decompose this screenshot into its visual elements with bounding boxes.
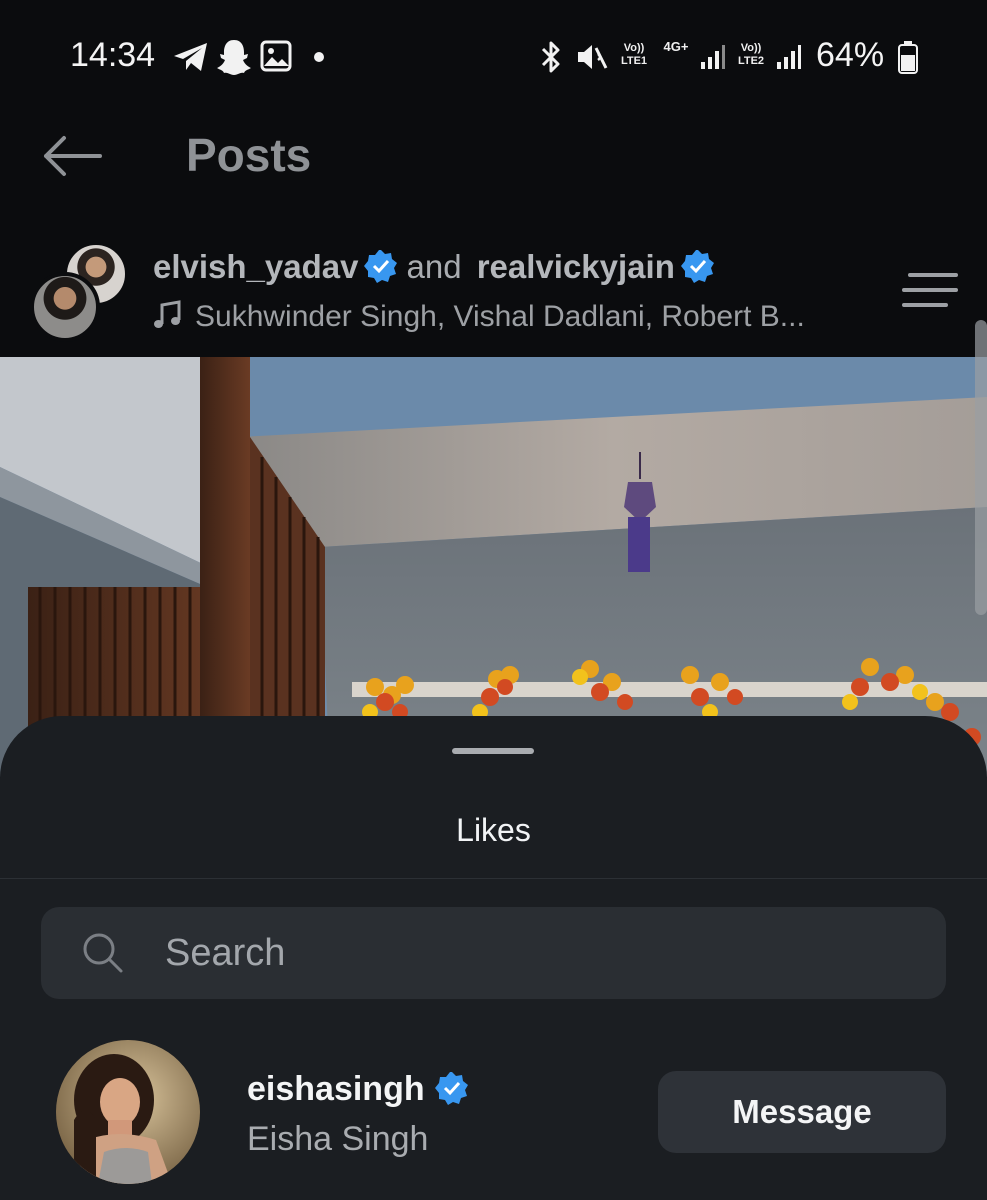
post-header: elvish_yadav and realvickyjain Sukhwinde… [0, 228, 987, 358]
mute-icon [578, 45, 608, 69]
network-type: 4G+ [663, 39, 689, 54]
avatar-image [56, 1040, 200, 1184]
audio-text: Sukhwinder Singh, Vishal Dadlani, Robert… [195, 300, 805, 333]
signal-icon [777, 45, 801, 69]
likes-sheet: Likes Search eishasingh Eisha Singh Mess… [0, 716, 987, 1200]
page-title: Posts [186, 129, 312, 181]
joiner-text: and [406, 248, 462, 285]
audio-link[interactable]: Sukhwinder Singh, Vishal Dadlani, Robert… [153, 300, 805, 334]
scrollbar[interactable] [975, 320, 987, 615]
sim1-label: Vo)) LTE1 [620, 42, 648, 67]
username-link[interactable]: elvish_yadav [153, 248, 358, 285]
status-bar: 14:34 Vo)) LTE1 4G+ Vo)) LTE2 64% [0, 0, 987, 110]
verified-badge-icon [364, 250, 398, 284]
post-users: elvish_yadav and realvickyjain [153, 248, 723, 286]
search-bar[interactable] [41, 907, 946, 999]
sim2-label: Vo)) LTE2 [737, 42, 765, 67]
username-text: eishasingh [247, 1070, 425, 1108]
message-button[interactable]: Message [658, 1071, 946, 1153]
list-item[interactable]: eishasingh Eisha Singh Message [0, 1036, 987, 1186]
music-note-icon [154, 300, 181, 329]
username-link[interactable]: eishasingh [247, 1070, 477, 1109]
drag-handle[interactable] [452, 748, 534, 754]
gallery-icon [260, 40, 292, 72]
username-link[interactable]: realvickyjain [477, 248, 675, 285]
status-time: 14:34 [70, 36, 156, 74]
divider [0, 878, 987, 879]
menu-icon[interactable] [902, 272, 958, 308]
arrow-left-icon[interactable] [42, 134, 102, 178]
sheet-title: Likes [456, 812, 531, 848]
header-bar: Posts [0, 110, 987, 220]
bluetooth-icon [541, 41, 560, 73]
notification-dot-icon [314, 52, 324, 62]
full-name: Eisha Singh [247, 1120, 429, 1158]
verified-badge-icon [680, 250, 714, 284]
search-input[interactable] [165, 907, 925, 999]
search-icon [83, 933, 123, 973]
verified-badge-icon [434, 1072, 468, 1106]
signal-icon [701, 45, 725, 69]
battery-icon [898, 41, 918, 74]
snapchat-icon [217, 40, 251, 75]
post-photo [0, 357, 987, 777]
avatar[interactable] [56, 1040, 200, 1184]
telegram-icon [174, 43, 207, 71]
post-image[interactable] [0, 357, 987, 777]
avatar[interactable] [30, 272, 100, 342]
battery-percent: 64% [816, 36, 885, 74]
